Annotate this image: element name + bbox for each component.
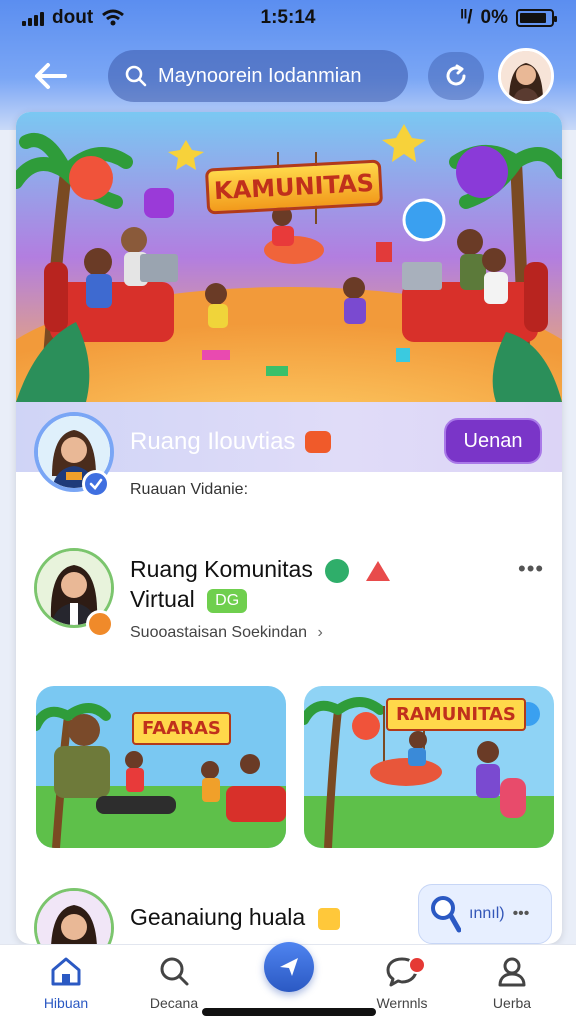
post-subtitle: Suooastaisan Soekindan › bbox=[130, 624, 323, 642]
create-post-button[interactable] bbox=[264, 942, 314, 992]
refresh-button[interactable] bbox=[428, 52, 484, 100]
banner-illustration bbox=[16, 112, 562, 402]
nav-profile[interactable]: Uerba bbox=[464, 955, 560, 1017]
signal-icon bbox=[22, 10, 44, 26]
audio-wave-label: ınnıl) bbox=[469, 905, 505, 922]
nav-search-label: Decana bbox=[149, 995, 199, 1011]
user-icon bbox=[498, 957, 526, 987]
profile-avatar[interactable] bbox=[498, 48, 554, 104]
send-icon bbox=[280, 958, 298, 976]
back-button[interactable] bbox=[26, 54, 74, 98]
clock: 1:5:14 bbox=[260, 7, 316, 28]
next-post-title: Geanaiung hualа bbox=[130, 904, 340, 931]
thumbnail-1-label: FAARAS bbox=[132, 712, 231, 745]
refresh-icon bbox=[446, 64, 466, 86]
nav-messages-label: Wernnls bbox=[376, 995, 428, 1011]
join-button[interactable]: Uenan bbox=[444, 418, 542, 464]
fire-emoji-icon bbox=[305, 431, 332, 453]
home-indicator bbox=[202, 1008, 376, 1016]
gift-emoji-icon bbox=[317, 907, 340, 930]
community-subtitle: Ruauan Vidanie: bbox=[130, 481, 249, 498]
next-post-title-text: Geanaiung hualа bbox=[130, 904, 306, 930]
top-app-bar: Maynoorein Iodanmian bbox=[0, 44, 576, 108]
voice-message-pill[interactable]: ınnıl) ••• bbox=[418, 884, 552, 944]
user-photo bbox=[501, 51, 551, 101]
banner-title: KAMUNITAS bbox=[204, 159, 384, 215]
community-title: Ruang Ilouvtias bbox=[130, 428, 332, 456]
thumbnail-illustration-1 bbox=[36, 686, 286, 848]
pin-icon bbox=[365, 560, 390, 581]
post-title-line1: Ruang Komunitas bbox=[130, 556, 313, 582]
nav-home-label: Hibuan bbox=[43, 995, 89, 1011]
community-verified-badge bbox=[82, 470, 110, 498]
notification-badge bbox=[408, 956, 426, 974]
status-bar: dout 1:5:14 ᴵᴵ/ 0% bbox=[0, 0, 576, 36]
post-title-line2: Virtual bbox=[130, 586, 195, 612]
check-icon bbox=[89, 478, 103, 490]
post-tag-badge: DG bbox=[207, 588, 248, 613]
community-banner: KAMUNITAS bbox=[16, 112, 562, 402]
carrier-label: dout bbox=[52, 7, 94, 28]
arrow-left-icon bbox=[35, 63, 67, 89]
status-right: ᴵᴵ/ 0% bbox=[460, 7, 557, 29]
thumbnail-2-label: RAMUNITAS bbox=[386, 698, 526, 731]
post-image-1[interactable]: FAARAS bbox=[36, 686, 286, 848]
search-text: Maynoorein Iodanmian bbox=[158, 64, 362, 87]
chevron-icon: › bbox=[317, 624, 323, 641]
battery-percent: 0% bbox=[480, 7, 508, 28]
status-left: dout bbox=[22, 7, 125, 29]
nav-home[interactable]: Hibuan bbox=[18, 955, 114, 1017]
search-bar[interactable]: Maynoorein Iodanmian bbox=[108, 50, 408, 102]
home-icon bbox=[51, 957, 81, 986]
search-icon bbox=[125, 65, 147, 87]
post-subtitle-text: Suooastaisan Soekindan bbox=[130, 624, 308, 641]
wifi-icon bbox=[102, 9, 125, 26]
verified-icon bbox=[325, 558, 350, 583]
community-title-text: Ruang Ilouvtias bbox=[130, 428, 296, 455]
battery-icon bbox=[516, 9, 557, 27]
search-voice-icon bbox=[431, 896, 461, 933]
post-title: Ruang Komunitas Virtual DG bbox=[130, 554, 430, 614]
network-label: ᴵᴵ/ bbox=[460, 7, 473, 28]
next-post-more[interactable]: ••• bbox=[513, 905, 530, 923]
post-author-badge bbox=[86, 610, 114, 638]
nav-profile-label: Uerba bbox=[492, 995, 532, 1011]
search-icon bbox=[160, 957, 189, 986]
post-more-button[interactable]: ••• bbox=[518, 556, 544, 582]
post-image-2[interactable]: RAMUNITAS bbox=[304, 686, 554, 848]
